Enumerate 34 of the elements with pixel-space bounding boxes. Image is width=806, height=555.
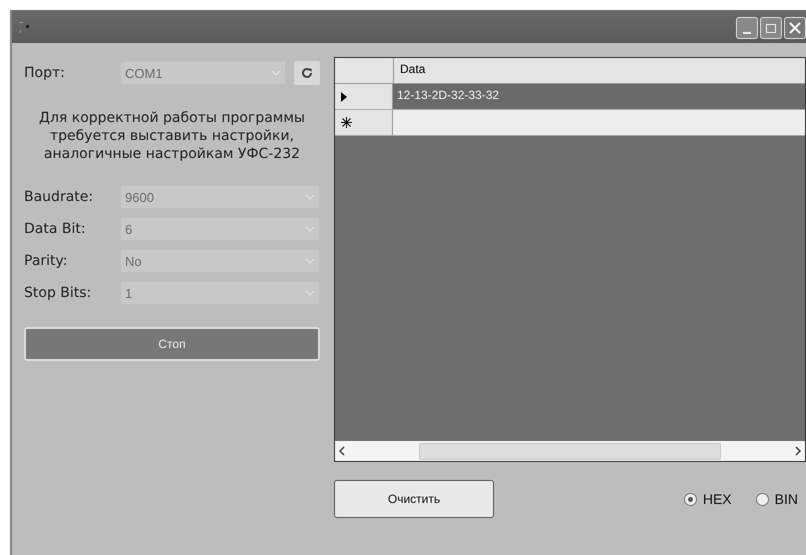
- row-header[interactable]: [335, 110, 393, 136]
- field-label: Stop Bits:: [24, 285, 92, 301]
- stop-button[interactable]: Стоп: [24, 327, 320, 361]
- field-label: Data Bit:: [24, 221, 87, 237]
- scroll-right-icon[interactable]: [794, 446, 802, 456]
- dropdown-caret-icon: [305, 225, 315, 233]
- header-corner: [335, 58, 394, 84]
- hint-text: Для корректной работы программы требуется выставить настройки, аналогичные настройкам УФС-232: [38, 109, 306, 163]
- dropdown-caret-icon: [271, 69, 281, 77]
- table-cell[interactable]: [393, 110, 805, 136]
- dropdown-caret-icon: [305, 257, 315, 265]
- field-label: Baudrate:: [24, 189, 94, 205]
- column-header[interactable]: Data: [394, 58, 805, 84]
- field-label: Parity:: [24, 253, 69, 269]
- refresh-button[interactable]: [294, 61, 320, 85]
- close-icon: [788, 21, 802, 35]
- dropdown-caret-icon: [305, 193, 315, 201]
- clear-button[interactable]: Очистить: [334, 480, 494, 518]
- maximize-icon: [765, 22, 777, 34]
- maximize-button[interactable]: [760, 17, 782, 39]
- field-label: Порт:: [24, 65, 66, 81]
- minimize-button[interactable]: [736, 17, 758, 39]
- new-row-icon: [341, 117, 352, 128]
- app-icon: [18, 20, 32, 34]
- table-cell[interactable]: 12-13-2D-32-33-32: [393, 84, 805, 110]
- format-radio[interactable]: BIN: [756, 491, 798, 507]
- minimize-icon: [743, 32, 751, 34]
- current-row-icon: [341, 92, 347, 102]
- horizontal-scrollbar[interactable]: [335, 441, 805, 461]
- scroll-left-icon[interactable]: [338, 446, 346, 456]
- refresh-icon: [300, 66, 314, 80]
- dropdown-caret-icon: [305, 289, 315, 297]
- close-button[interactable]: [784, 17, 806, 39]
- format-radio[interactable]: HEX: [684, 491, 732, 507]
